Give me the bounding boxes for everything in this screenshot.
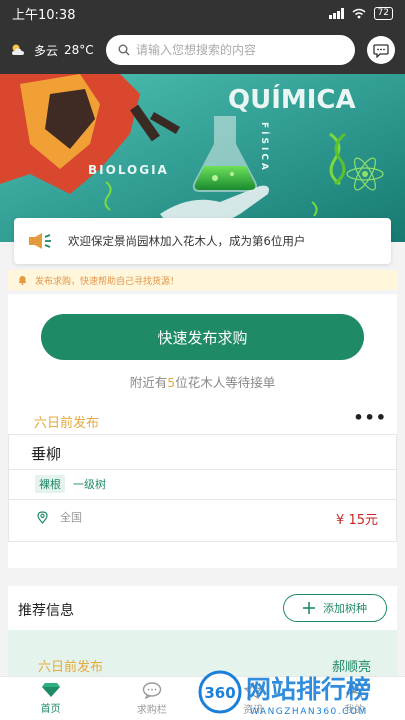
promo-banner[interactable]: QUÍMICA BIOLOGIA FÍSICA (0, 74, 405, 242)
tag-root-type: 裸根 (35, 475, 65, 493)
bottom-nav: 首页 求购栏 资讯 我的 (0, 676, 405, 720)
recommend-title: 推荐信息 (18, 603, 74, 619)
add-species-label: 添加树种 (323, 602, 367, 615)
weather-widget[interactable]: 多云 28°C (10, 42, 106, 59)
banner-word-1: QUÍMICA (228, 83, 356, 115)
battery-icon: 72 (373, 6, 393, 20)
recommend-user: 郝顺亮 (331, 660, 371, 675)
banner-word-2: BIOLOGIA (88, 163, 169, 177)
recommend-section: 推荐信息 添加树种 六日前发布 郝顺亮 (8, 586, 397, 686)
notice-text: 欢迎保定景尚园林加入花木人，成为第6位用户 (68, 234, 306, 248)
search-bar[interactable] (106, 35, 355, 65)
listing-location: 全国 (37, 509, 82, 525)
publish-tip: 发布求购，快速帮助自己寻找货源！ (8, 270, 397, 290)
recommend-time: 六日前发布 (38, 660, 104, 675)
partly-cloudy-icon (12, 44, 24, 55)
plus-icon (303, 602, 315, 614)
diamond-icon (41, 683, 60, 697)
message-button[interactable] (367, 36, 395, 64)
quick-publish-button[interactable]: 快速发布求购 (41, 314, 364, 360)
divider (9, 499, 396, 500)
location-pin-icon (37, 510, 48, 524)
nav-profile[interactable]: 我的 (304, 677, 405, 720)
nav-requests[interactable]: 求购栏 (101, 677, 202, 720)
nav-profile-label: 我的 (344, 704, 365, 716)
chat-bubble-icon (373, 43, 389, 58)
publish-card: 快速发布求购 附近有5位花木人等待接单 六日前发布 ••• 垂柳 裸根 一级树 … (8, 294, 397, 568)
location-text: 全国 (60, 511, 82, 524)
weather-temperature: 28°C (64, 43, 94, 57)
nav-home-label: 首页 (40, 704, 61, 715)
status-time: 上午10:38 (12, 7, 76, 23)
listing-time: 六日前发布 (34, 416, 100, 431)
nearby-suffix: 位花木人等待接单 (175, 375, 276, 390)
search-icon (118, 44, 130, 56)
tag-grade: 一级树 (73, 478, 106, 491)
status-bar: 上午10:38 72 (0, 0, 405, 26)
listing-item[interactable]: 垂柳 裸根 一级树 全国 ¥ 15元 (8, 434, 397, 542)
top-header: 多云 28°C (0, 26, 405, 74)
speaker-icon (29, 233, 51, 249)
tip-text: 发布求购，快速帮助自己寻找货源！ (35, 276, 180, 287)
add-species-button[interactable]: 添加树种 (283, 594, 387, 622)
weather-condition: 多云 (34, 43, 59, 58)
banner-illustration: QUÍMICA BIOLOGIA FÍSICA (0, 74, 405, 242)
status-icons: 72 (328, 6, 393, 20)
listing-tags: 裸根 一级树 (35, 475, 106, 493)
wifi-icon (352, 8, 366, 18)
user-icon (346, 682, 363, 698)
divider (9, 469, 396, 470)
nav-requests-label: 求购栏 (136, 704, 167, 716)
chat-icon (142, 681, 162, 699)
nav-news[interactable]: 资讯 (203, 677, 304, 720)
nearby-info: 附近有5位花木人等待接单 (8, 372, 397, 391)
banner-word-3: FÍSICA (259, 122, 271, 173)
search-input[interactable] (136, 43, 343, 57)
more-options-icon[interactable]: ••• (353, 408, 387, 427)
nearby-prefix: 附近有 (129, 375, 168, 390)
signal-icon (328, 7, 344, 19)
star-icon (244, 681, 263, 699)
listing-price: ¥ 15元 (336, 513, 378, 528)
bell-icon (18, 276, 27, 285)
welcome-notice[interactable]: 欢迎保定景尚园林加入花木人，成为第6位用户 (14, 218, 391, 264)
nav-home[interactable]: 首页 (0, 677, 101, 720)
nav-news-label: 资讯 (243, 704, 264, 716)
listing-name: 垂柳 (31, 445, 62, 463)
